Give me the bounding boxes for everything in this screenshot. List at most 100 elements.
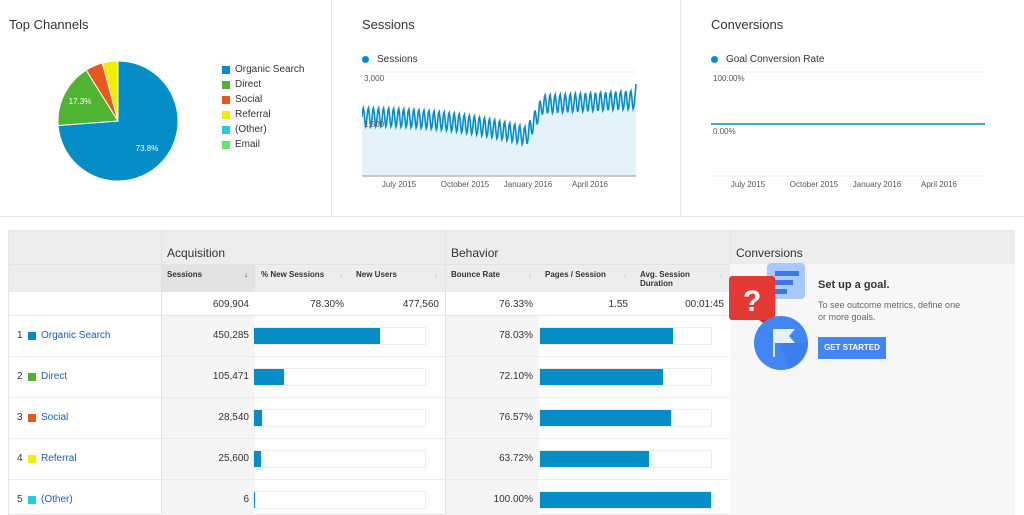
bounce-rate-bar [539,491,712,509]
bounce-rate-value: 72.10% [499,371,533,382]
channels-table: Acquisition Behavior Conversions Session… [8,230,1015,515]
col-header-pages-session[interactable]: Pages / Session ↓ [539,264,634,292]
row-channel: 5 (Other) [17,494,73,505]
y-tick-label: 0.00% [713,127,736,136]
table-row: 3 Social 28,540 76.57% [9,398,729,439]
col-label: New Users [356,270,397,279]
pie-slice-label: 17.3% [69,97,92,106]
sort-icon[interactable]: ↓ [719,270,723,279]
behavior-label: Behavior [451,246,499,260]
legend-item[interactable]: Organic Search [222,62,304,77]
sessions-bar-fill [254,410,263,426]
col-label: Sessions [167,270,203,279]
legend-label: Social [235,94,263,105]
top-channels-legend: Organic Search Direct Social Referral (Other… [222,62,304,152]
sort-icon[interactable]: ↓ [528,270,532,279]
bounce-rate-bar-fill [540,369,664,385]
x-tick-label: July 2015 [731,180,766,189]
channel-color-icon [28,413,36,422]
bounce-rate-bar-fill [540,328,674,344]
goal-illustration-icon: ? [729,263,809,370]
column-divider [445,231,446,515]
legend-label: Email [235,139,261,150]
row-index: 3 [17,412,23,423]
sort-icon[interactable]: ↓ [623,270,627,279]
sort-desc-icon[interactable]: ↓ [244,270,248,279]
channel-link[interactable]: Social [41,412,68,423]
legend-item[interactable]: Referral [222,107,304,122]
sessions-value: 6 [243,494,249,505]
sort-icon[interactable]: ↓ [434,270,438,279]
legend-label: (Other) [235,124,267,135]
legend-swatch-icon [222,65,230,74]
sort-icon[interactable]: ↓ [339,270,343,279]
total-new-users: 477,560 [350,292,445,316]
legend-swatch-icon [222,95,230,104]
row-index: 4 [17,453,23,464]
legend-label: Organic Search [235,64,305,75]
conversions-title: Conversions [711,17,784,32]
col-label: Pages / Session [545,270,606,279]
legend-swatch-icon [222,140,230,149]
row-channel: 1 Organic Search [17,330,110,341]
row-channel: 4 Referral [17,453,77,464]
sessions-value: 28,540 [218,412,249,423]
conversions-legend-label: Goal Conversion Rate [726,54,825,65]
legend-swatch-icon [222,80,230,89]
sessions-title: Sessions [362,17,415,32]
col-header-pct-new-sessions[interactable]: % New Sessions ↓ [255,264,350,292]
col-header-sessions[interactable]: Sessions ↓ [161,264,255,292]
table-row: 4 Referral 25,600 63.72% [9,439,729,480]
get-started-button[interactable]: GET STARTED [818,337,886,359]
channel-color-icon [28,495,36,504]
total-pct-new-sessions: 78.30% [255,292,350,316]
x-tick-label: October 2015 [441,180,490,189]
channel-link[interactable]: Organic Search [41,330,110,341]
row-index: 5 [17,494,23,505]
conversions-legend: Goal Conversion Rate [711,54,824,65]
sessions-legend: Sessions [362,54,418,65]
bounce-rate-bar [539,450,712,468]
channel-link[interactable]: (Other) [41,494,73,505]
legend-item[interactable]: (Other) [222,122,304,137]
bounce-rate-value: 76.57% [499,412,533,423]
col-header-new-users[interactable]: New Users ↓ [350,264,445,292]
legend-item[interactable]: Email [222,137,304,152]
top-channels-pie[interactable]: 73.8% 17.3% [55,58,181,184]
sessions-bar [253,491,426,509]
series-dot-icon [362,56,369,63]
row-channel: 3 Social [17,412,68,423]
col-header-avg-duration[interactable]: Avg. Session Duration ↓ [634,264,730,292]
col-label: Avg. Session Duration [640,270,690,288]
behavior-group-header: Behavior [445,231,730,264]
sessions-value: 25,600 [218,453,249,464]
acquisition-label: Acquisition [167,246,226,260]
sessions-bar-fill [254,369,284,385]
channel-link[interactable]: Referral [41,453,77,464]
row-channel: 2 Direct [17,371,67,382]
y-tick-label: 1,500 [364,120,385,129]
sessions-chart[interactable]: 3,000 1,500 July 2015 October 2015 January 2… [362,70,640,195]
channel-link[interactable]: Direct [41,371,67,382]
channel-color-icon [28,331,36,340]
goal-cta-title: Set up a goal. [818,279,890,291]
col-header-bounce-rate[interactable]: Bounce Rate ↓ [445,264,539,292]
col-label: % New Sessions [261,270,325,279]
sessions-bar [253,327,426,345]
sessions-value: 105,471 [212,371,249,382]
top-channels-title: Top Channels [9,17,89,32]
conversions-label: Conversions [736,246,803,260]
x-tick-label: April 2016 [921,180,958,189]
legend-item[interactable]: Social [222,92,304,107]
acquisition-group-header: Acquisition [161,231,445,264]
sessions-bar [253,409,426,427]
sessions-bar-fill [254,492,256,508]
overview-panels: Top Channels 73.8% 17.3% Organic Search Di… [0,0,1024,217]
legend-swatch-icon [222,125,230,134]
bounce-rate-value: 78.03% [499,330,533,341]
legend-item[interactable]: Direct [222,77,304,92]
dimension-col-header [9,264,161,292]
conversions-chart[interactable]: 100.00% 0.00% July 2015 October 2015 January… [711,70,989,195]
totals-label-cell [9,292,161,316]
legend-label: Referral [235,109,271,120]
